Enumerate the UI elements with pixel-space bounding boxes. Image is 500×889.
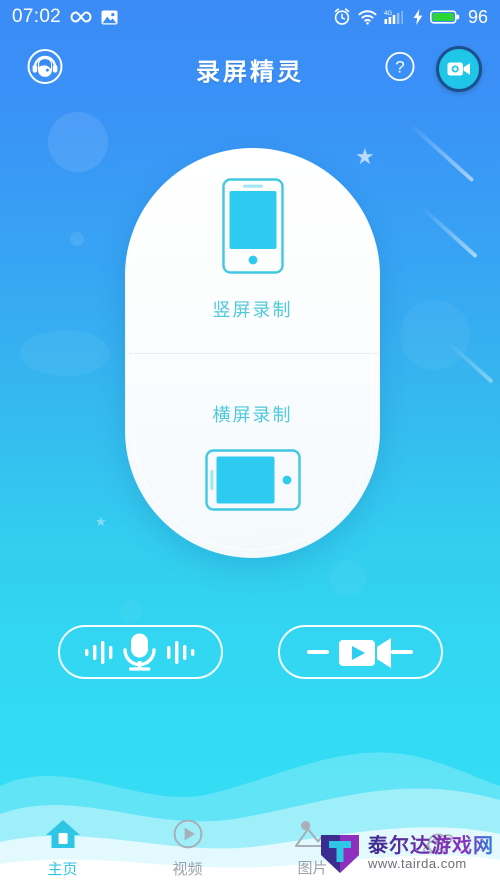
page-title: 录屏精灵 [196, 58, 304, 86]
decor-meteor [407, 121, 475, 183]
landscape-record-label: 横屏录制 [212, 404, 293, 425]
decor-bubble [70, 232, 84, 246]
status-bar: 07:02 4G 96 [0, 0, 500, 34]
video-camera-icon [447, 62, 470, 76]
status-bar-right: 4G 96 [333, 7, 488, 28]
audio-record-button[interactable] [57, 625, 223, 679]
infinity-icon [70, 11, 92, 23]
video-camera-play-icon [307, 638, 413, 668]
planet-explore-icon [422, 833, 453, 855]
play-circle-icon [173, 819, 202, 848]
battery-icon [429, 10, 460, 24]
svg-text:?: ? [395, 58, 404, 77]
nav-label-home: 主页 [47, 860, 78, 878]
decor-bubble [20, 330, 110, 376]
nav-item-home[interactable]: 主页 [0, 801, 125, 889]
battery-percentage: 96 [467, 6, 488, 27]
video-record-button[interactable] [277, 625, 443, 679]
nav-label-video: 视频 [172, 860, 203, 878]
quick-actions [0, 625, 500, 679]
decor-star: ★ [95, 514, 107, 529]
nav-item-discover[interactable] [375, 801, 500, 889]
cellular-signal-icon: 4G [384, 11, 403, 24]
decor-bubble [330, 560, 366, 596]
decor-bubble [48, 112, 108, 172]
user-headphones-icon [27, 49, 63, 84]
decor-bubble [400, 300, 470, 370]
help-button[interactable]: ? [384, 51, 416, 88]
status-time: 07:02 [12, 6, 62, 27]
portrait-record-label: 竖屏录制 [212, 300, 293, 321]
microphone-icon [85, 633, 195, 671]
phone-landscape-icon [204, 449, 301, 511]
avatar[interactable] [26, 48, 64, 91]
home-icon [45, 819, 80, 848]
decor-meteor [420, 205, 478, 259]
wifi-icon [358, 9, 377, 25]
alarm-clock-icon [334, 8, 350, 25]
nav-item-video[interactable]: 视频 [125, 801, 250, 889]
image-mountain-icon [294, 820, 331, 847]
landscape-record-option[interactable]: 横屏录制 [125, 354, 380, 559]
bottom-nav: 主页 视频 图片 [0, 801, 500, 889]
status-bar-left: 07:02 [12, 6, 118, 28]
image-icon [101, 10, 118, 24]
record-button[interactable] [436, 46, 482, 92]
app-header: 录屏精灵 ? [0, 38, 500, 100]
app-screen: ★ ★ 07:02 4G 96 录屏精灵 ? 竖屏录制 横屏录制 主页 视频 图… [0, 0, 500, 889]
nav-label-pictures: 图片 [297, 859, 328, 877]
charging-bolt-icon [413, 9, 423, 25]
recording-mode-card: 竖屏录制 横屏录制 [125, 148, 380, 558]
svg-text:4G: 4G [384, 11, 392, 17]
nav-item-pictures[interactable]: 图片 [250, 801, 375, 889]
question-mark-icon: ? [385, 51, 415, 82]
portrait-record-option[interactable]: 竖屏录制 [125, 148, 380, 353]
phone-portrait-icon [221, 178, 284, 274]
decor-bubble [120, 600, 142, 622]
